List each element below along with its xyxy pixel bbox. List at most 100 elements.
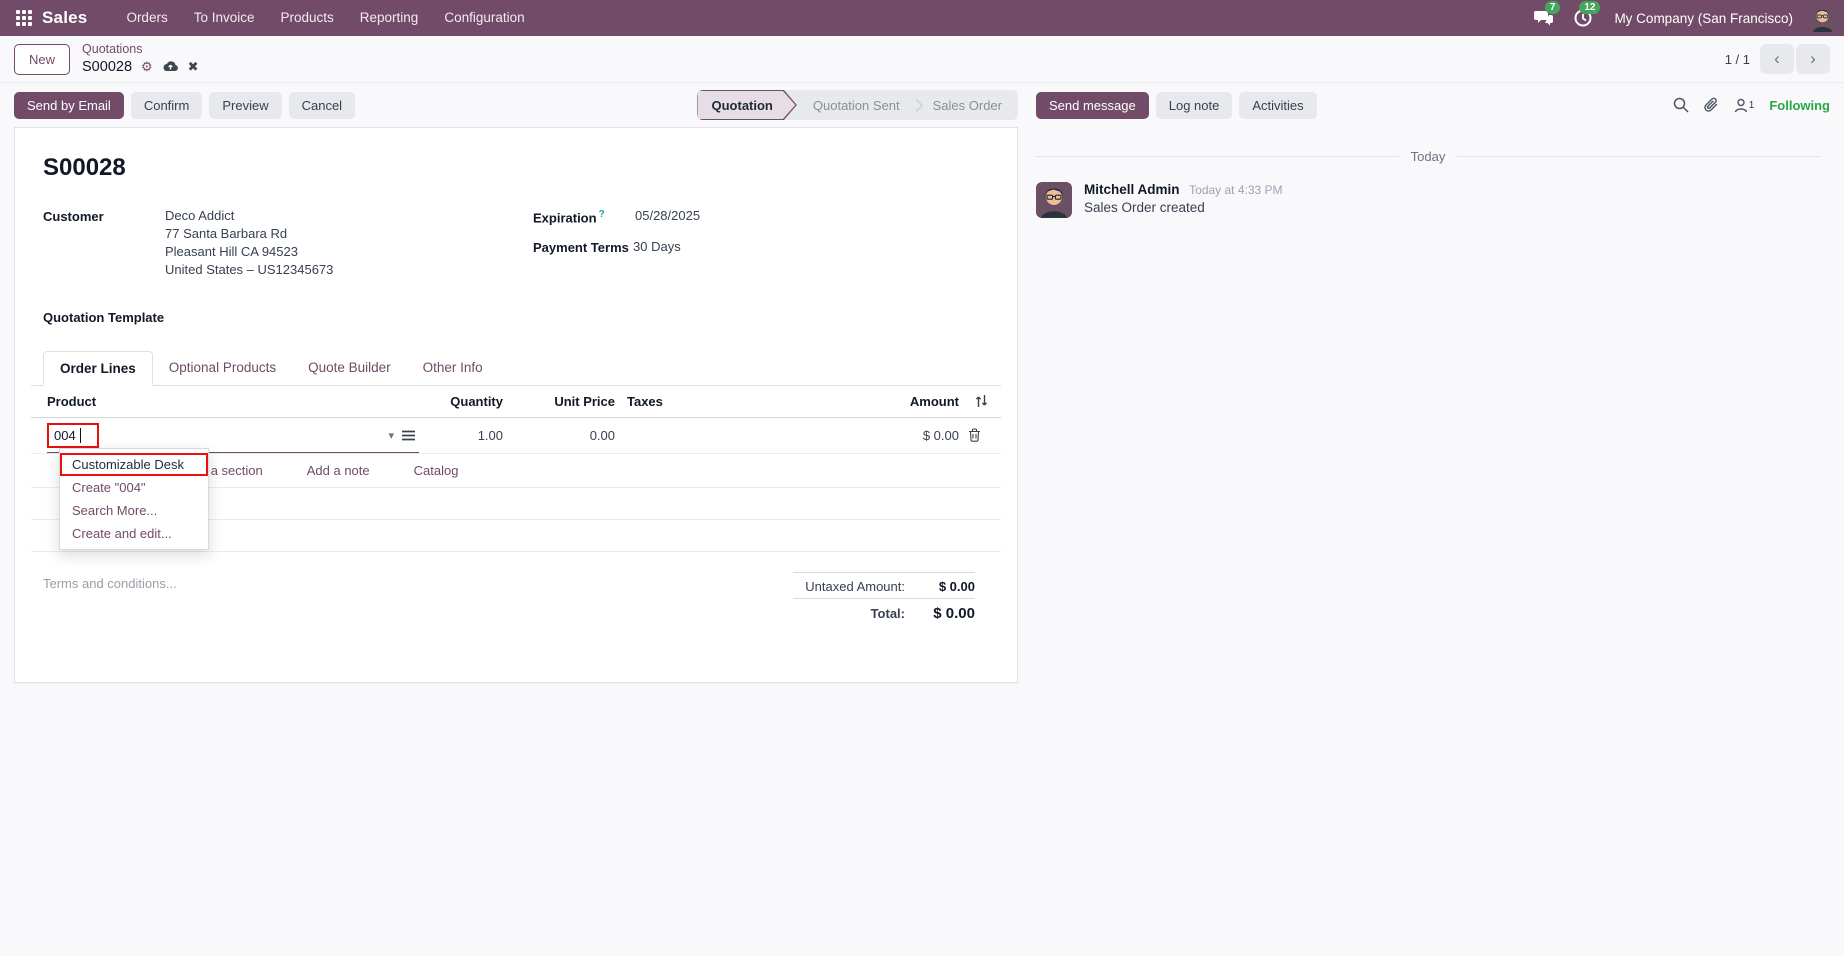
add-note-link[interactable]: Add a note bbox=[307, 463, 370, 478]
order-lines-table: Product Quantity Unit Price Taxes Amount bbox=[31, 386, 1001, 552]
text-cursor bbox=[80, 427, 81, 443]
messages-badge: 7 bbox=[1544, 1, 1561, 14]
status-step-quotation-sent[interactable]: Quotation Sent bbox=[797, 90, 916, 120]
cloud-save-icon[interactable] bbox=[162, 60, 179, 73]
unit-price-value[interactable]: 0.00 bbox=[503, 428, 615, 443]
new-button[interactable]: New bbox=[14, 43, 71, 75]
col-unit-price[interactable]: Unit Price bbox=[503, 394, 615, 409]
col-taxes[interactable]: Taxes bbox=[615, 394, 861, 409]
app-name[interactable]: Sales bbox=[42, 8, 87, 28]
address-line: Pleasant Hill CA 94523 bbox=[165, 244, 298, 260]
control-panel-breadcrumb: New Quotations S00028 ⚙ ✖ 1 / 1 ‹ › bbox=[0, 36, 1844, 83]
line-note-icon[interactable] bbox=[402, 430, 415, 441]
chatter-message: Mitchell Admin Today at 4:33 PM Sales Or… bbox=[1036, 182, 1820, 218]
expiration-value[interactable]: 05/28/2025 bbox=[633, 208, 700, 225]
gear-icon[interactable]: ⚙ bbox=[141, 59, 153, 75]
catalog-link[interactable]: Catalog bbox=[414, 463, 459, 478]
optional-columns-icon[interactable] bbox=[959, 394, 989, 408]
confirm-button[interactable]: Confirm bbox=[130, 91, 203, 119]
company-switcher[interactable]: My Company (San Francisco) bbox=[1614, 11, 1793, 26]
date-divider: Today bbox=[1036, 149, 1820, 164]
message-author-avatar[interactable] bbox=[1036, 182, 1072, 218]
notebook-tabs: Order Lines Optional Products Quote Buil… bbox=[31, 350, 1001, 386]
send-by-email-button[interactable]: Send by Email bbox=[14, 91, 124, 119]
send-message-button[interactable]: Send message bbox=[1036, 91, 1149, 119]
discard-icon[interactable]: ✖ bbox=[188, 59, 199, 75]
dropdown-caret-icon[interactable]: ▾ bbox=[388, 429, 394, 442]
activities-button[interactable]: Activities bbox=[1239, 91, 1317, 119]
address-line: 77 Santa Barbara Rd bbox=[165, 226, 288, 241]
apps-menu-icon[interactable] bbox=[16, 10, 32, 26]
payment-terms-value[interactable]: 30 Days bbox=[633, 239, 681, 255]
quantity-value[interactable]: 1.00 bbox=[419, 428, 503, 443]
autocomplete-item-create[interactable]: Create "004" bbox=[60, 476, 208, 499]
paperclip-icon bbox=[1704, 97, 1717, 112]
control-panel-actions: Send by Email Confirm Preview Cancel Quo… bbox=[0, 83, 1844, 127]
search-messages-button[interactable] bbox=[1673, 97, 1689, 113]
tab-optional-products[interactable]: Optional Products bbox=[153, 351, 292, 385]
totals-block: Untaxed Amount: $ 0.00 Total: $ 0.00 bbox=[793, 571, 975, 662]
pager-next-button[interactable]: › bbox=[1796, 44, 1830, 74]
product-autocomplete-dropdown: Customizable Desk Create "004" Search Mo… bbox=[59, 447, 209, 550]
nav-item-reporting[interactable]: Reporting bbox=[347, 0, 432, 36]
activities-badge: 12 bbox=[1579, 1, 1601, 14]
search-icon bbox=[1673, 97, 1689, 113]
statusbar: Quotation Quotation Sent Sales Order bbox=[696, 90, 1018, 120]
message-author[interactable]: Mitchell Admin bbox=[1084, 182, 1180, 197]
nav-item-configuration[interactable]: Configuration bbox=[431, 0, 537, 36]
followers-button[interactable]: 1 bbox=[1734, 98, 1755, 113]
cancel-button[interactable]: Cancel bbox=[288, 91, 356, 119]
nav-item-to-invoice[interactable]: To Invoice bbox=[181, 0, 268, 36]
followers-count: 1 bbox=[1748, 99, 1755, 111]
chatter-panel: Today Mitchell Admin Today at 4:33 PM Sa… bbox=[1018, 127, 1844, 218]
tab-other-info[interactable]: Other Info bbox=[407, 351, 499, 385]
address-line: United States – US12345673 bbox=[165, 262, 334, 278]
autocomplete-item-customizable-desk[interactable]: Customizable Desk bbox=[60, 452, 208, 476]
breadcrumb-parent[interactable]: Quotations bbox=[82, 42, 199, 58]
breadcrumb: Quotations S00028 ⚙ ✖ bbox=[82, 42, 199, 76]
col-quantity[interactable]: Quantity bbox=[419, 394, 503, 409]
following-toggle[interactable]: Following bbox=[1769, 98, 1830, 113]
record-title: S00028 bbox=[43, 154, 126, 181]
customer-value[interactable]: Deco Addict bbox=[165, 208, 333, 223]
autocomplete-item-search-more[interactable]: Search More... bbox=[60, 499, 208, 522]
expiration-label: Expiration? bbox=[533, 208, 633, 225]
activities-menu[interactable]: 12 bbox=[1566, 1, 1601, 32]
untaxed-amount-value: $ 0.00 bbox=[938, 578, 975, 594]
user-avatar[interactable] bbox=[1809, 4, 1836, 32]
customer-label: Customer bbox=[43, 209, 104, 224]
product-input[interactable] bbox=[47, 422, 99, 448]
tab-quote-builder[interactable]: Quote Builder bbox=[292, 351, 407, 385]
autocomplete-item-create-and-edit[interactable]: Create and edit... bbox=[60, 522, 208, 545]
pager-count: 1 / 1 bbox=[1724, 51, 1750, 67]
expiration-label-text: Expiration bbox=[533, 210, 597, 226]
status-step-sales-order[interactable]: Sales Order bbox=[917, 90, 1018, 120]
tab-order-lines[interactable]: Order Lines bbox=[43, 350, 153, 386]
delete-line-button[interactable] bbox=[959, 428, 989, 442]
log-note-button[interactable]: Log note bbox=[1155, 91, 1233, 119]
form-sheet: S00028 Customer Deco Addict 77 Santa Bar… bbox=[14, 127, 1018, 683]
col-amount[interactable]: Amount bbox=[861, 394, 959, 409]
preview-button[interactable]: Preview bbox=[209, 91, 282, 119]
attachments-button[interactable] bbox=[1704, 97, 1719, 113]
top-navbar: Sales Orders To Invoice Products Reporti… bbox=[0, 0, 1844, 36]
table-header-row: Product Quantity Unit Price Taxes Amount bbox=[31, 386, 1001, 418]
chevron-right-icon: › bbox=[1810, 49, 1816, 68]
nav-item-products[interactable]: Products bbox=[268, 0, 347, 36]
pager-previous-button[interactable]: ‹ bbox=[1760, 44, 1794, 74]
total-value: $ 0.00 bbox=[933, 604, 975, 622]
trash-icon bbox=[968, 428, 980, 442]
help-icon[interactable]: ? bbox=[599, 209, 605, 220]
col-product[interactable]: Product bbox=[47, 394, 419, 409]
payment-terms-label: Payment Terms bbox=[533, 240, 629, 256]
follower-person-icon bbox=[1734, 98, 1747, 112]
status-step-quotation[interactable]: Quotation bbox=[697, 90, 797, 120]
breadcrumb-current: S00028 ⚙ ✖ bbox=[82, 58, 199, 76]
nav-item-orders[interactable]: Orders bbox=[113, 0, 180, 36]
date-divider-label: Today bbox=[1410, 149, 1446, 164]
messages-menu[interactable]: 7 bbox=[1526, 1, 1561, 32]
terms-and-conditions-input[interactable] bbox=[43, 571, 793, 662]
chevron-left-icon: ‹ bbox=[1774, 49, 1780, 68]
customer-address: 77 Santa Barbara Rd Pleasant Hill CA 945… bbox=[165, 225, 333, 280]
total-label: Total: bbox=[870, 605, 905, 621]
